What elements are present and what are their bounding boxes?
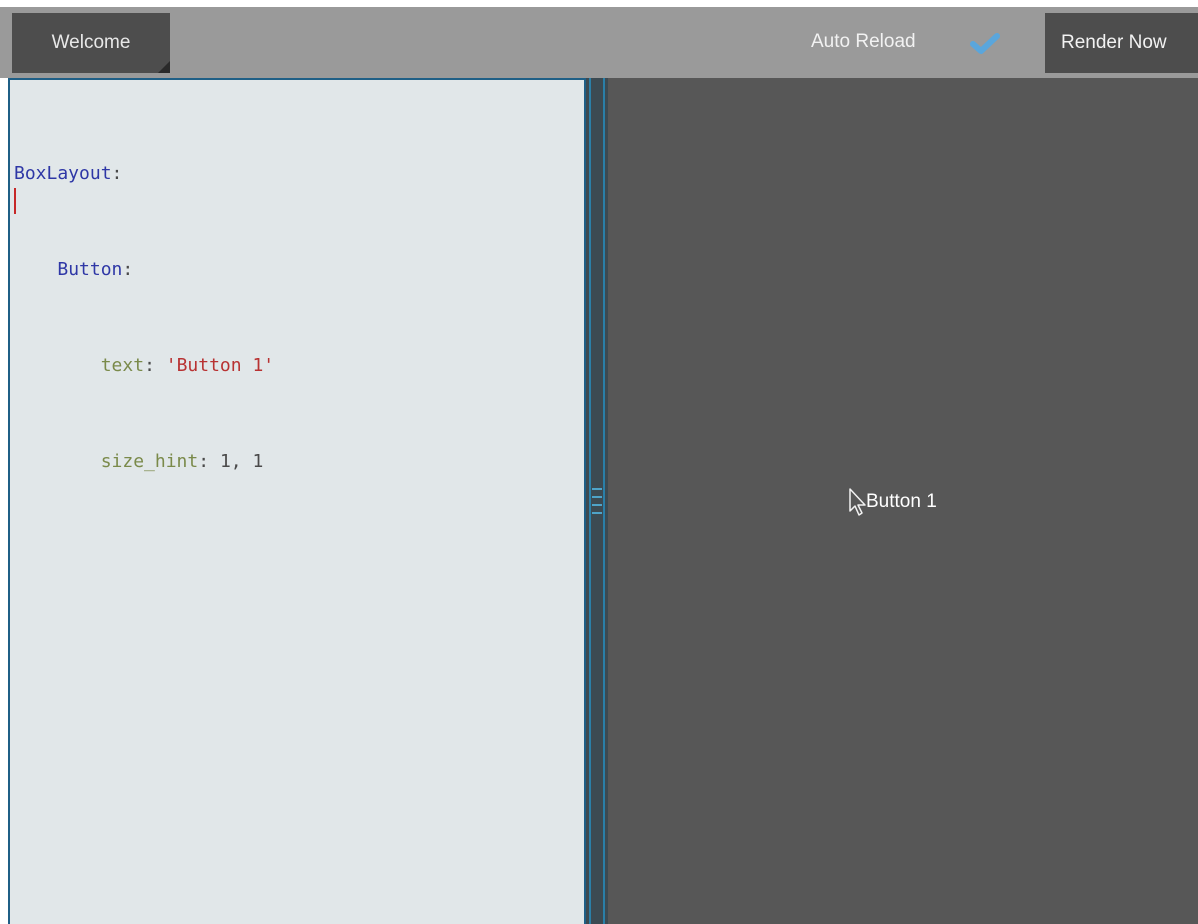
preview-panel: Button 1 [608, 78, 1198, 924]
property-token: size_hint [100, 451, 199, 472]
preview-button-1[interactable]: Button 1 [608, 78, 1198, 924]
render-now-label: Render Now [1061, 32, 1167, 53]
text-caret [14, 188, 16, 214]
colon-token: : [122, 259, 134, 280]
welcome-button-label: Welcome [51, 32, 131, 53]
code-line: size_hint: 1, 1 [14, 446, 274, 478]
render-now-button[interactable]: Render Now [1045, 13, 1198, 73]
splitter-edge [589, 78, 591, 924]
code-line: Button: [14, 254, 274, 286]
kivy-live-editor: Welcome Auto Reload Render Now BoxLayout… [0, 0, 1198, 924]
toolbar: Welcome Auto Reload Render Now [0, 7, 1198, 78]
code-line: text: 'Button 1' [14, 350, 274, 382]
auto-reload-checkbox[interactable] [970, 31, 1000, 55]
code-editor[interactable]: BoxLayout: Button: text: 'Button 1' size… [8, 78, 586, 924]
widget-name-token: BoxLayout [14, 163, 112, 184]
welcome-button[interactable]: Welcome [12, 13, 170, 73]
auto-reload-label[interactable]: Auto Reload [811, 31, 916, 53]
dropdown-corner-icon [158, 61, 170, 73]
colon-token: : [111, 163, 123, 184]
checkmark-icon [970, 33, 1000, 54]
preview-button-label: Button 1 [866, 491, 937, 512]
code-line: BoxLayout: [14, 158, 274, 190]
grip-icon[interactable] [592, 488, 602, 526]
property-token: text [100, 355, 145, 376]
colon-token: : [144, 355, 166, 376]
panel-splitter[interactable] [586, 78, 608, 924]
widget-name-token: Button [57, 259, 123, 280]
code-content: BoxLayout: Button: text: 'Button 1' size… [14, 94, 274, 542]
colon-token: : [198, 451, 220, 472]
number-token: 1, 1 [219, 451, 264, 472]
mouse-pointer-icon [849, 488, 866, 516]
splitter-edge [603, 78, 605, 924]
string-token: 'Button 1' [165, 355, 275, 376]
